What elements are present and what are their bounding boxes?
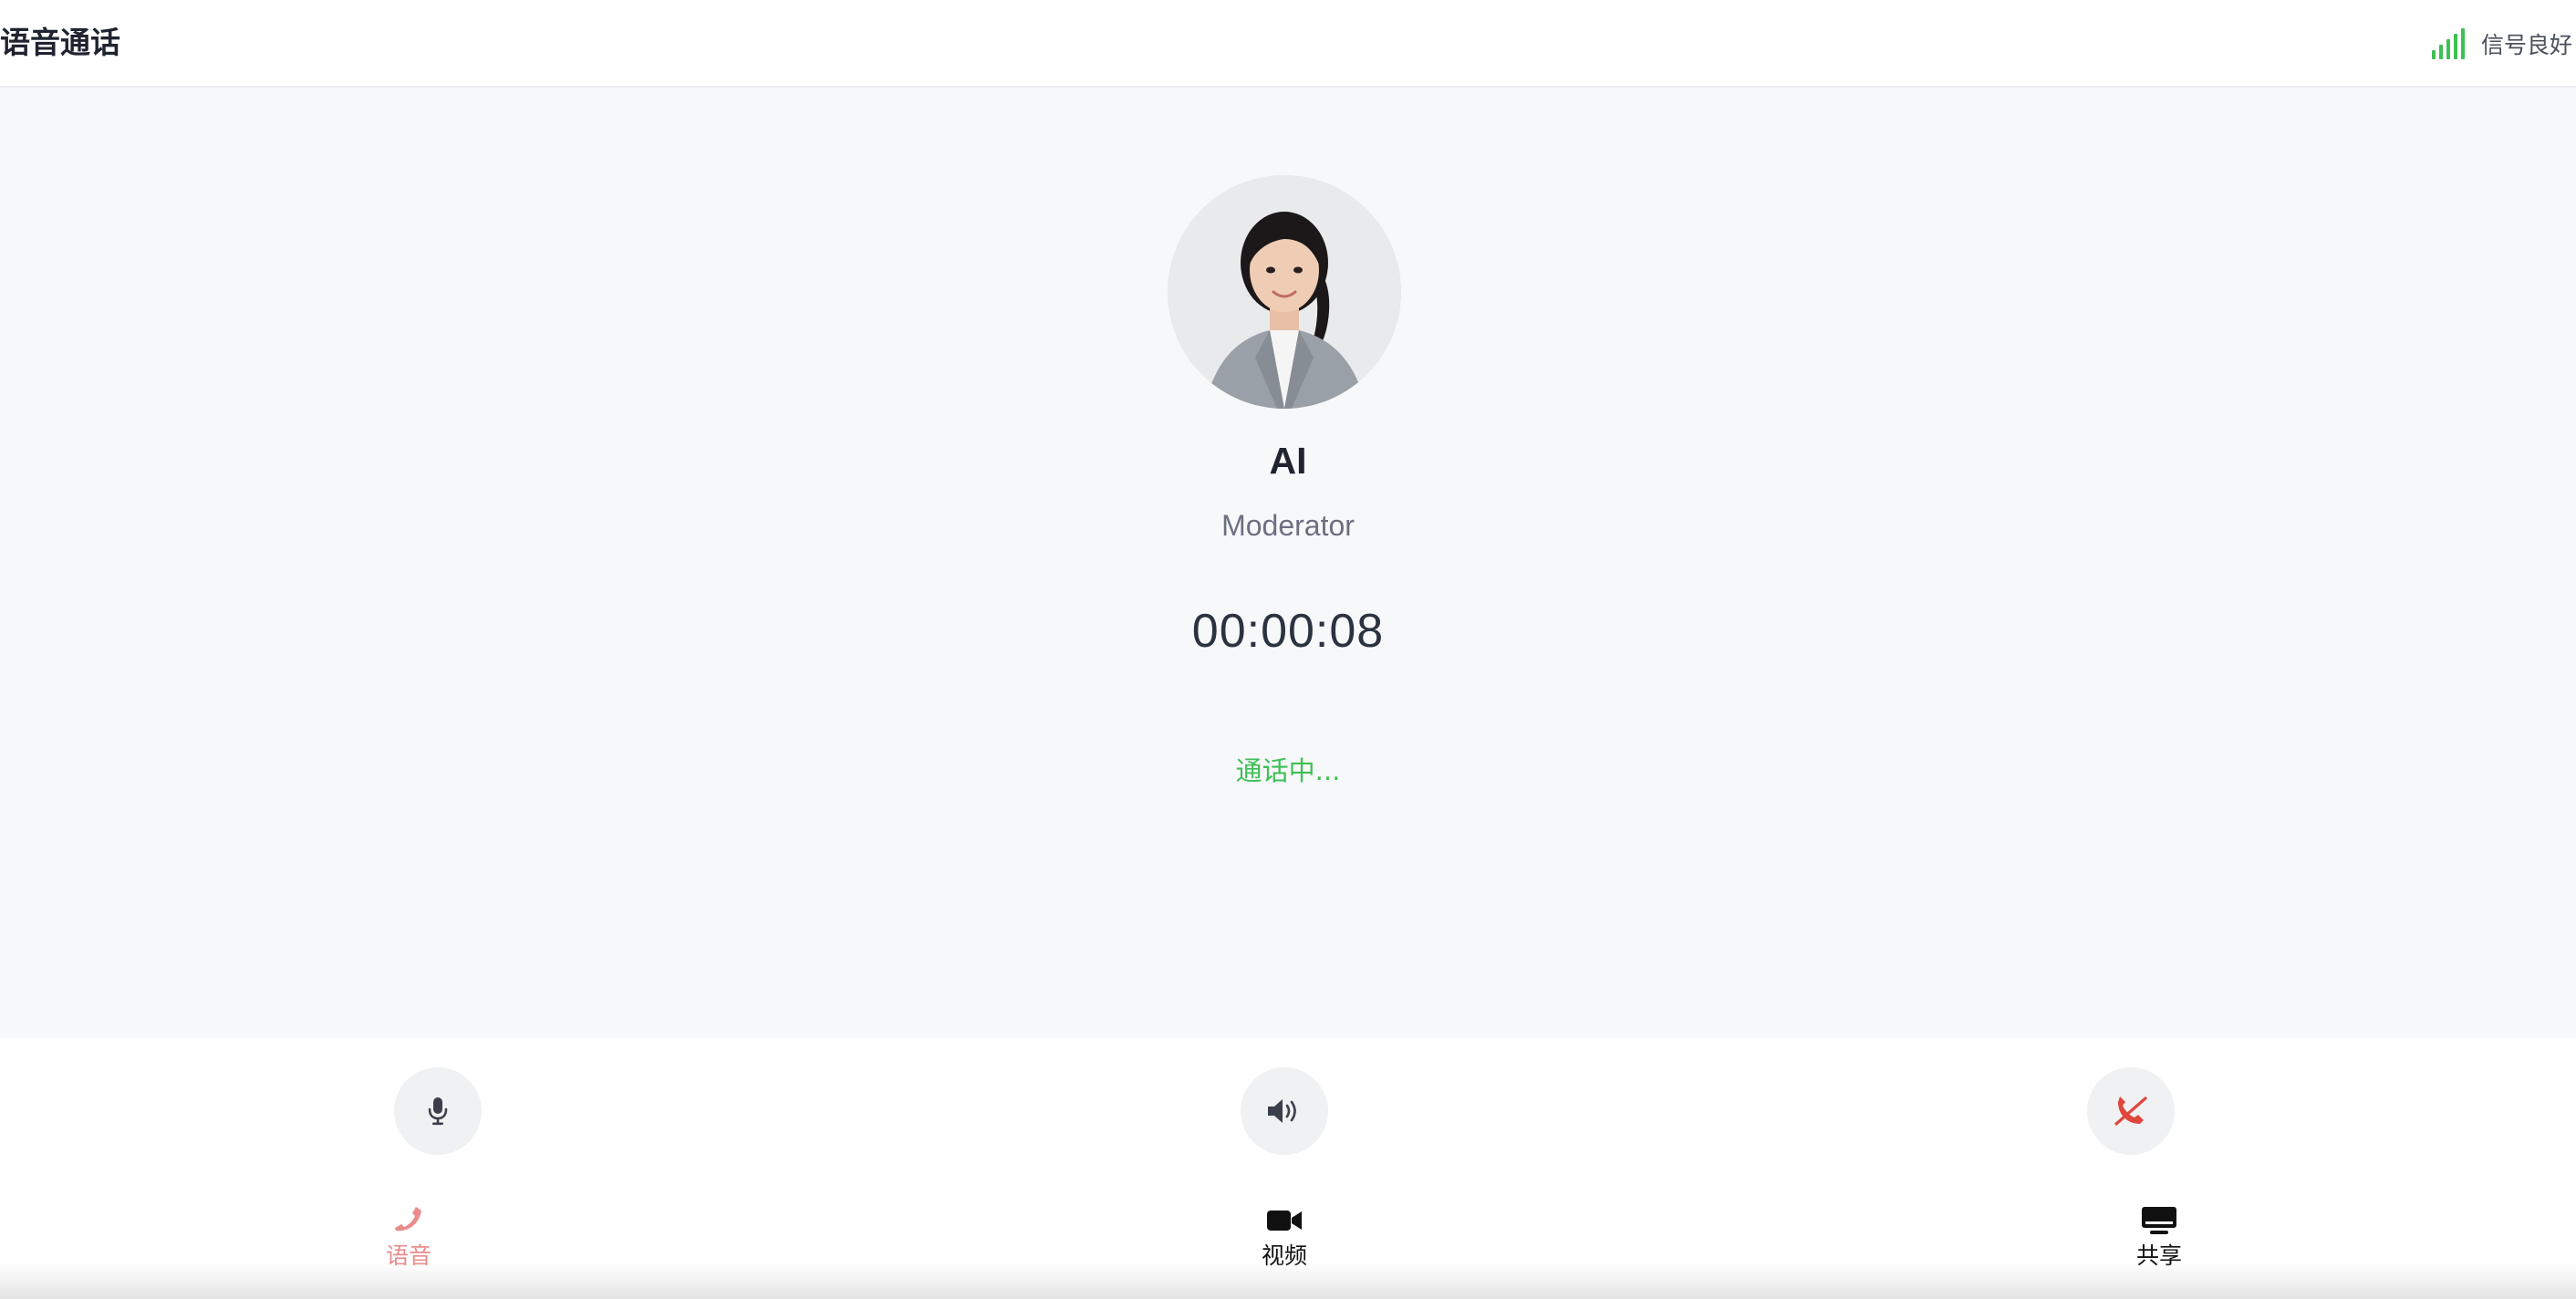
mute-button[interactable] [394, 1067, 482, 1155]
call-status: 通话中... [1235, 755, 1341, 786]
call-timer: 00:00:08 [1191, 605, 1385, 658]
monitor-icon [2095, 1202, 2223, 1239]
avatar-portrait [1168, 175, 1401, 409]
hang-up-icon [2114, 1096, 2147, 1126]
caller-name: AI [1269, 440, 1307, 482]
page-title: 语音通话 [0, 25, 120, 60]
signal-indicator: 信号良好 [2431, 24, 2572, 64]
speaker-button[interactable] [1241, 1067, 1328, 1155]
tab-share[interactable]: 共享 [2095, 1202, 2223, 1272]
call-panel: AI Moderator 00:00:08 通话中... [0, 88, 2576, 1038]
tab-video[interactable]: 视频 [1220, 1202, 1348, 1272]
call-controls: 语音 视频 共享 [0, 1038, 2576, 1299]
bottom-shadow [0, 1263, 2576, 1299]
microphone-icon [428, 1097, 448, 1126]
avatar [1168, 175, 1401, 409]
hang-up-button[interactable] [2087, 1067, 2175, 1155]
phone-icon [345, 1202, 473, 1239]
signal-status-text: 信号良好 [2480, 32, 2572, 58]
signal-strength-icon [2431, 28, 2468, 59]
tab-voice[interactable]: 语音 [345, 1202, 473, 1272]
app-header: 语音通话 信号良好 [0, 0, 2576, 88]
video-camera-icon [1220, 1202, 1348, 1239]
caller-role: Moderator [1221, 509, 1355, 542]
speaker-icon [1268, 1099, 1296, 1123]
